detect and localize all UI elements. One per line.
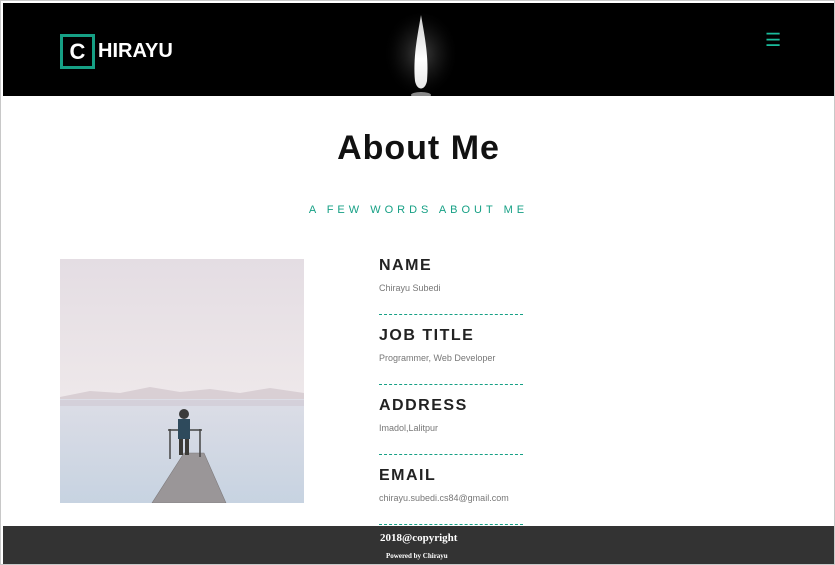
page-subtitle: A FEW WORDS ABOUT ME bbox=[308, 204, 529, 216]
hamburger-menu-icon[interactable]: ☰ bbox=[765, 31, 781, 49]
site-footer: 2018@copyright Powered by Chirayu bbox=[3, 526, 834, 564]
info-label: NAME bbox=[379, 257, 433, 274]
info-divider bbox=[379, 524, 523, 525]
info-divider bbox=[379, 314, 523, 315]
logo-letter-box: C bbox=[60, 34, 95, 69]
profile-photo bbox=[60, 259, 304, 503]
info-item-address: ADDRESS Imadol,Lalitpur bbox=[379, 395, 523, 465]
info-item-name: NAME Chirayu Subedi bbox=[379, 255, 523, 325]
info-value: chirayu.subedi.cs84@gmail.com bbox=[379, 493, 509, 503]
info-label: JOB TITLE bbox=[379, 327, 475, 344]
info-divider bbox=[379, 454, 523, 455]
page-title: About Me bbox=[337, 129, 500, 167]
info-value: Chirayu Subedi bbox=[379, 283, 441, 293]
info-value: Programmer, Web Developer bbox=[379, 353, 496, 363]
info-divider bbox=[379, 384, 523, 385]
page-frame: C HIRAYU ☰ About Me A FEW WORDS ABOUT ME… bbox=[0, 0, 835, 565]
footer-powered-by: Powered by Chirayu bbox=[386, 552, 448, 560]
footer-copyright: 2018@copyright bbox=[380, 532, 458, 544]
info-value: Imadol,Lalitpur bbox=[379, 423, 439, 433]
candle-flame-image bbox=[383, 13, 459, 96]
info-item-email: EMAIL chirayu.subedi.cs84@gmail.com bbox=[379, 465, 523, 535]
site-header: C HIRAYU ☰ bbox=[3, 3, 834, 96]
info-label: EMAIL bbox=[379, 467, 437, 484]
logo-text: HIRAYU bbox=[98, 40, 173, 62]
info-list: NAME Chirayu Subedi JOB TITLE Programmer… bbox=[379, 255, 523, 535]
info-item-job-title: JOB TITLE Programmer, Web Developer bbox=[379, 325, 523, 395]
info-label: ADDRESS bbox=[379, 397, 468, 414]
site-logo[interactable]: C HIRAYU bbox=[60, 34, 173, 69]
